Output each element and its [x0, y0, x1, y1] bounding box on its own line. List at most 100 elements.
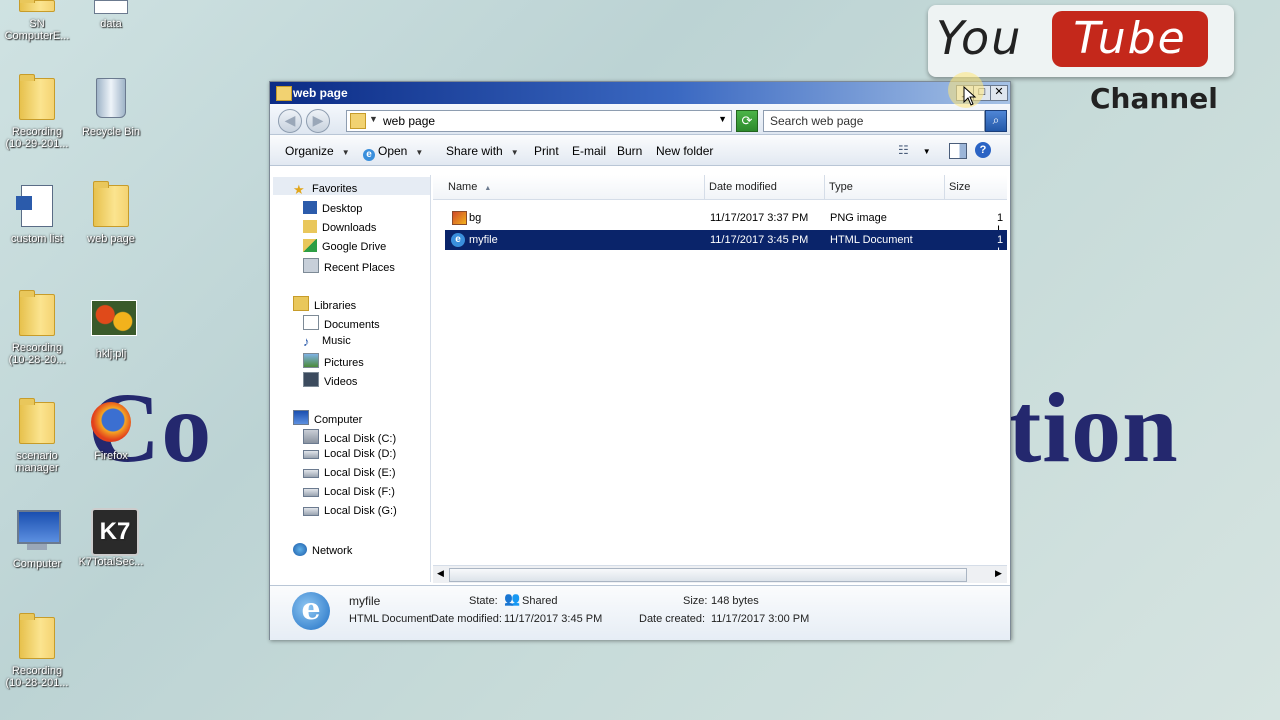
file-type: PNG image	[830, 212, 887, 224]
file-row-myfile[interactable]: e myfile 11/17/2017 3:45 PM HTML Documen…	[445, 230, 1007, 258]
desktop-icon-label: web page	[87, 233, 135, 245]
png-image-icon	[452, 211, 467, 225]
scroll-left-arrow-icon[interactable]: ◀	[437, 568, 444, 579]
open-button[interactable]: e Open ▼	[363, 144, 423, 161]
file-date: 11/17/2017 3:45 PM	[710, 234, 809, 246]
desktop-icon-label: Recording (10-28-20...	[8, 342, 66, 366]
detail-modified-label: Date modified:	[431, 613, 502, 625]
desktop-icon-hkljplj[interactable]: hklj;plj	[74, 300, 148, 360]
nav-pictures[interactable]: Pictures	[303, 353, 364, 369]
column-date-modified[interactable]: Date modified	[709, 181, 777, 193]
detail-file-type: HTML Document	[349, 613, 432, 625]
desktop-icon-label: custom list	[11, 233, 63, 245]
address-bar[interactable]: ▼ web page ▼	[346, 110, 732, 132]
share-with-button[interactable]: Share with ▼	[446, 144, 519, 158]
chevron-down-icon: ▼	[510, 148, 519, 157]
chevron-down-icon[interactable]: ▼	[718, 114, 727, 124]
explorer-window: web page _ □ ✕ ◀ ▶ ▼ web page ▼ ⟳ Search…	[269, 81, 1011, 640]
close-button[interactable]: ✕	[990, 85, 1008, 101]
nav-network[interactable]: Network	[293, 543, 352, 557]
desktop-icon-k7[interactable]: K7 K7TotalSec...	[74, 508, 148, 568]
email-button[interactable]: E-mail	[572, 144, 606, 158]
detail-size-label: Size:	[683, 595, 708, 607]
nav-libraries[interactable]: Libraries	[293, 296, 356, 312]
horizontal-scrollbar[interactable]: ◀ ▶	[433, 565, 1007, 583]
recycle-bin-icon	[91, 78, 131, 122]
nav-videos[interactable]: Videos	[303, 372, 357, 388]
hard-drive-icon	[303, 507, 319, 516]
desktop-icon-sn-computer[interactable]: SN ComputerE...	[0, 0, 74, 42]
new-folder-button[interactable]: New folder	[656, 144, 713, 158]
forward-button[interactable]: ▶	[306, 109, 330, 133]
nav-documents[interactable]: Documents	[303, 315, 380, 331]
sort-ascending-icon: ▲	[484, 185, 492, 192]
desktop-icon-custom-list[interactable]: custom list	[0, 185, 74, 245]
file-type: HTML Document	[830, 234, 913, 246]
mouse-cursor-icon	[963, 86, 977, 106]
nav-label: Local Disk (C:)	[324, 433, 397, 445]
column-size[interactable]: Size	[949, 181, 970, 193]
column-type[interactable]: Type	[829, 181, 853, 193]
print-button[interactable]: Print	[534, 144, 559, 158]
desktop-icon-recycle-bin[interactable]: Recycle Bin	[74, 78, 148, 138]
details-pane: e myfile HTML Document Date modified: 11…	[270, 585, 1010, 640]
nav-favorites[interactable]: ★ Favorites	[293, 182, 357, 197]
file-list-pane: Name ▲ Date modified Type Size bg 11/17/…	[433, 175, 1007, 583]
computer-icon	[17, 510, 61, 554]
desktop-icon-label: hklj;plj	[95, 348, 127, 360]
search-input[interactable]: Search web page	[763, 110, 985, 132]
column-divider[interactable]	[824, 175, 825, 199]
nav-disk-e[interactable]: Local Disk (E:)	[303, 467, 396, 479]
share-with-label: Share with	[446, 144, 503, 158]
search-button[interactable]: ⌕	[985, 110, 1007, 132]
nav-label: Local Disk (F:)	[324, 486, 395, 498]
nav-disk-f[interactable]: Local Disk (F:)	[303, 486, 395, 498]
desktop-icon-recording-2[interactable]: Recording (10-28-20...	[0, 290, 74, 366]
column-divider[interactable]	[704, 175, 705, 199]
column-name[interactable]: Name ▲	[448, 181, 491, 193]
refresh-button[interactable]: ⟳	[736, 110, 758, 132]
burn-button[interactable]: Burn	[617, 144, 642, 158]
scrollbar-thumb[interactable]	[449, 568, 967, 582]
nav-computer[interactable]: Computer	[293, 410, 362, 426]
desktop-icon-recording-3[interactable]: Recording (10-28-201...	[0, 613, 74, 689]
breadcrumb-chevron-icon[interactable]: ▼	[369, 114, 378, 124]
organize-label: Organize	[285, 144, 334, 158]
nav-desktop[interactable]: Desktop	[303, 201, 362, 215]
desktop-icon-firefox[interactable]: Firefox	[74, 402, 148, 462]
nav-label: Local Disk (E:)	[324, 467, 396, 479]
column-divider[interactable]	[944, 175, 945, 199]
nav-disk-g[interactable]: Local Disk (G:)	[303, 505, 397, 517]
chevron-down-icon: ▼	[341, 148, 350, 157]
scroll-right-arrow-icon[interactable]: ▶	[995, 568, 1002, 579]
email-label: E-mail	[572, 144, 607, 158]
breadcrumb[interactable]: web page	[383, 114, 435, 128]
desktop-icon-recording-1[interactable]: Recording (10-29-201...	[0, 74, 74, 150]
nav-downloads[interactable]: Downloads	[303, 220, 376, 234]
change-view-button[interactable]: ☷ ▼	[898, 143, 931, 157]
folder-icon	[350, 113, 366, 129]
detail-state-label: State:	[469, 595, 498, 607]
back-button[interactable]: ◀	[278, 109, 302, 133]
help-icon[interactable]: ?	[975, 142, 991, 158]
nav-google-drive[interactable]: Google Drive	[303, 239, 386, 253]
nav-disk-c[interactable]: Local Disk (C:)	[303, 429, 396, 445]
desktop-icon-label: Computer	[12, 558, 62, 570]
nav-label: Libraries	[314, 300, 357, 312]
nav-disk-d[interactable]: Local Disk (D:)	[303, 448, 396, 460]
youtube-channel-label: Channel	[1090, 82, 1218, 115]
desktop-icon-web-page[interactable]: web page	[74, 181, 148, 245]
file-row-bg[interactable]: bg 11/17/2017 3:37 PM PNG image 1 I	[445, 208, 1007, 236]
nav-recent-places[interactable]: Recent Places	[303, 258, 395, 274]
desktop-icon-computer[interactable]: Computer	[0, 510, 74, 570]
preview-pane-icon[interactable]	[949, 143, 967, 159]
organize-button[interactable]: Organize ▼	[285, 144, 350, 158]
title-bar[interactable]: web page _ □ ✕	[270, 82, 1010, 104]
search-placeholder: Search web page	[770, 114, 864, 128]
address-bar-area: ◀ ▶ ▼ web page ▼ ⟳ Search web page ⌕	[270, 104, 1010, 135]
desktop-icon-scenario-manager[interactable]: scenario manager	[0, 398, 74, 474]
desktop-icon-data[interactable]: data	[74, 0, 148, 30]
navigation-pane: ★ Favorites Desktop Downloads Google Driv…	[273, 175, 431, 582]
nav-music[interactable]: ♪ Music	[303, 334, 351, 349]
desktop-icon-label: scenario manager	[15, 450, 59, 474]
